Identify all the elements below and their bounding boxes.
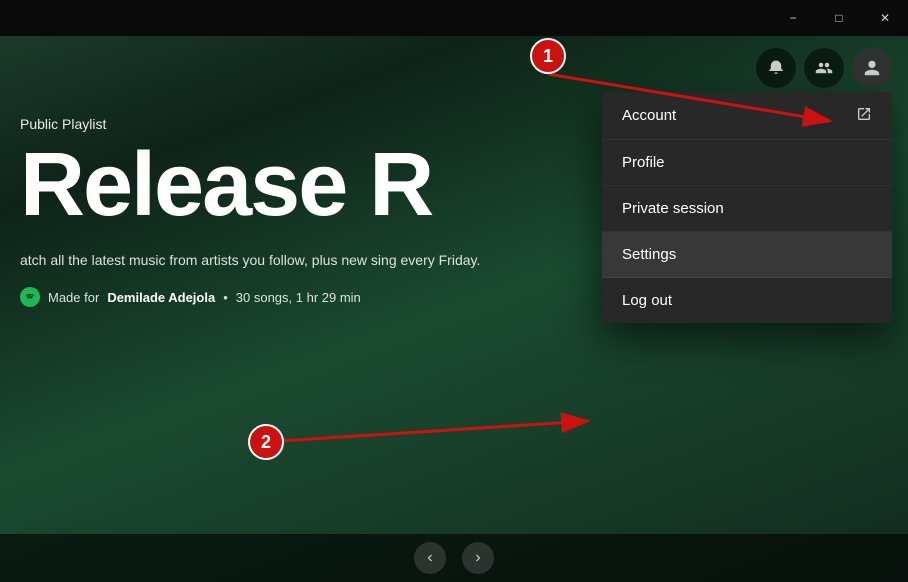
logout-label: Log out: [622, 292, 672, 309]
friends-icon: [815, 59, 833, 77]
close-button[interactable]: ✕: [862, 0, 908, 36]
spotify-logo: [20, 287, 40, 307]
annotation-1: 1: [530, 38, 566, 74]
menu-item-private-session[interactable]: Private session: [602, 186, 892, 232]
notifications-button[interactable]: [756, 48, 796, 88]
user-menu-button[interactable]: [852, 48, 892, 88]
main-content: Public Playlist Release R atch all the l…: [0, 36, 908, 582]
titlebar: − □ ✕: [0, 0, 908, 36]
next-button[interactable]: [462, 542, 494, 574]
bullet-separator: •: [223, 290, 228, 305]
profile-label: Profile: [622, 154, 665, 171]
chevron-right-icon: [471, 551, 485, 565]
external-link-icon: [856, 106, 872, 125]
settings-label: Settings: [622, 246, 676, 263]
account-label: Account: [622, 107, 676, 124]
user-icon: [863, 59, 881, 77]
user-name-text: Demilade Adejola: [107, 290, 215, 305]
prev-button[interactable]: [414, 542, 446, 574]
friends-button[interactable]: [804, 48, 844, 88]
private-session-label: Private session: [622, 200, 724, 217]
maximize-button[interactable]: □: [816, 0, 862, 36]
bell-icon: [767, 59, 785, 77]
menu-item-settings[interactable]: Settings: [602, 232, 892, 278]
menu-item-profile[interactable]: Profile: [602, 140, 892, 186]
annotation-2: 2: [248, 424, 284, 460]
playlist-description: atch all the latest music from artists y…: [20, 250, 540, 271]
topbar: [0, 36, 908, 100]
menu-item-logout[interactable]: Log out: [602, 278, 892, 323]
user-dropdown-menu: Account Profile Private session Settings…: [602, 92, 892, 323]
chevron-left-icon: [423, 551, 437, 565]
minimize-button[interactable]: −: [770, 0, 816, 36]
made-for-text: Made for: [48, 290, 99, 305]
menu-item-account[interactable]: Account: [602, 92, 892, 140]
bottombar: [0, 534, 908, 582]
song-count-text: 30 songs, 1 hr 29 min: [236, 290, 361, 305]
